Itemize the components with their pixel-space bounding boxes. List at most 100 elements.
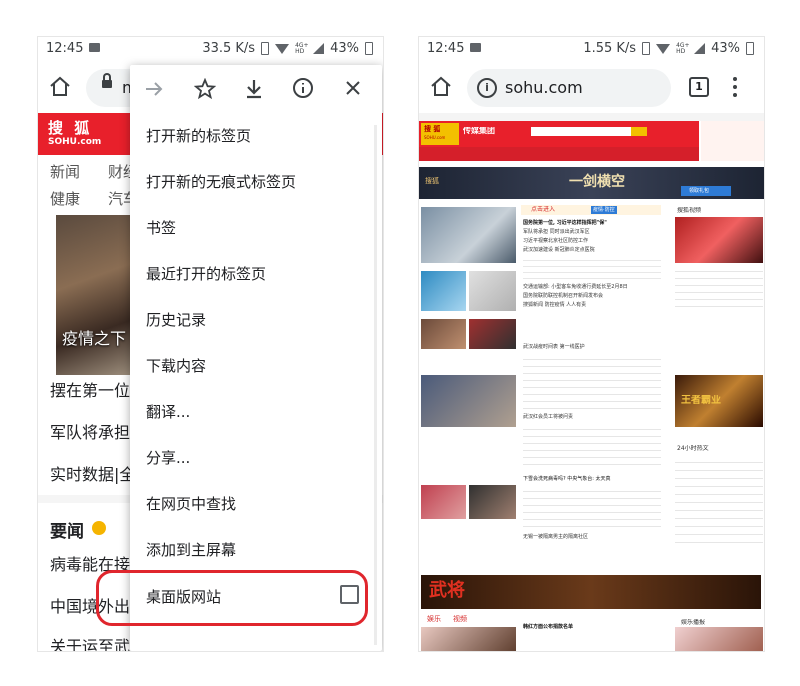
menu-item-share[interactable]: 分享... xyxy=(146,447,190,468)
status-right: 33.5 K/s 4G+ HD 43% xyxy=(202,41,373,56)
battery-saver-icon xyxy=(261,42,270,55)
banner-left-tag: 搜狐 xyxy=(425,177,439,185)
news-photo[interactable] xyxy=(421,271,466,311)
right-section-title: 娱乐播报 xyxy=(681,619,706,626)
news-photo[interactable] xyxy=(421,627,516,651)
section-title: 要闻 xyxy=(50,522,84,542)
info-icon[interactable] xyxy=(292,77,314,99)
menu-item-history[interactable]: 历史记录 xyxy=(146,309,206,330)
menu-scrollbar[interactable] xyxy=(374,125,377,645)
logo-text-cn: 搜 狐 xyxy=(48,119,93,137)
menu-item-find-in-page[interactable]: 在网页中查找 xyxy=(146,493,236,514)
video-thumbnail[interactable] xyxy=(675,217,763,263)
news-photo[interactable] xyxy=(421,207,516,263)
right-section-title: 24小时热文 xyxy=(677,445,709,452)
news-photo[interactable] xyxy=(469,319,516,349)
news-line[interactable]: 韩红方面公布捐款名单 xyxy=(523,623,573,631)
wifi-icon xyxy=(656,43,671,54)
news-line[interactable]: 武汉战疫时间表 第一线医护 xyxy=(523,343,585,351)
search-input[interactable] xyxy=(531,127,631,136)
battery-icon xyxy=(746,42,754,55)
network-speed: 1.55 K/s xyxy=(583,41,637,56)
menu-item-downloads[interactable]: 下载内容 xyxy=(146,355,206,376)
logo-subtitle: 传媒集团 xyxy=(463,127,495,135)
menu-item-new-tab[interactable]: 打开新的标签页 xyxy=(146,125,251,146)
headline-item[interactable]: 实时数据|全 xyxy=(50,461,135,485)
section-badge-icon xyxy=(92,521,106,535)
star-icon[interactable] xyxy=(194,78,216,100)
address-bar[interactable]: i sohu.com xyxy=(467,69,671,107)
status-bar: 12:45 1.55 K/s 4G+ HD 43% xyxy=(419,37,764,61)
banner-cta-button[interactable]: 领取礼包 xyxy=(681,186,731,196)
browser-toolbar: i sohu.com 1 xyxy=(419,67,764,111)
sohu-logo[interactable]: 搜 狐 SOHU.com xyxy=(421,123,459,145)
news-line[interactable]: 无锡一被隔离男主的隔离社区 xyxy=(523,533,588,541)
browser-overflow-menu: 打开新的标签页 打开新的无痕式标签页 书签 最近打开的标签页 历史记录 下载内容… xyxy=(130,65,382,651)
menu-item-bookmarks[interactable]: 书签 xyxy=(146,217,176,238)
overflow-menu-icon[interactable] xyxy=(733,77,737,101)
menu-item-add-to-home[interactable]: 添加到主屏幕 xyxy=(146,539,236,560)
forward-icon[interactable] xyxy=(144,79,164,99)
news-line[interactable]: 交通运输部: 小型客车免收通行费延长至2月8日 xyxy=(523,283,628,291)
network-type-label: 4G+ HD xyxy=(295,41,309,55)
news-list[interactable] xyxy=(523,423,661,471)
search-button[interactable] xyxy=(631,127,647,136)
news-line[interactable]: 习近平视察北京社区防控工作 xyxy=(523,237,588,245)
news-line[interactable]: 军队将承担 同时派出武汉军区 xyxy=(523,228,590,236)
hero-image[interactable] xyxy=(56,215,136,375)
home-icon[interactable] xyxy=(429,75,453,99)
news-photo[interactable] xyxy=(675,627,763,651)
url-text: sohu.com xyxy=(505,78,583,97)
nav-item-news[interactable]: 新闻 xyxy=(50,161,80,182)
news-photo[interactable] xyxy=(469,271,516,311)
download-icon[interactable] xyxy=(244,78,264,100)
tab-switcher-button[interactable]: 1 xyxy=(689,77,709,97)
image-notification-icon xyxy=(470,43,481,52)
status-right: 1.55 K/s 4G+ HD 43% xyxy=(583,41,754,56)
wifi-icon xyxy=(275,43,290,54)
battery-percent: 43% xyxy=(330,41,359,56)
news-header-bar: 点击进入 疫情·防控 xyxy=(521,205,661,215)
status-time: 12:45 xyxy=(427,41,465,56)
desktop-site-page: 搜 狐 SOHU.com 传媒集团 搜狐 一剑横空 领取礼包 点击进入 疫情·防… xyxy=(419,113,764,651)
nav-item-health[interactable]: 健康 xyxy=(50,188,80,209)
news-line[interactable]: 搜狐新闻 防控疫情 人人有责 xyxy=(523,301,586,309)
banner-title: 一剑横空 xyxy=(569,174,625,190)
game-banner[interactable]: 搜狐 一剑横空 领取礼包 xyxy=(419,167,764,199)
headline-item[interactable]: 摆在第一位 xyxy=(50,377,130,401)
news-list[interactable] xyxy=(523,255,661,279)
news-list[interactable] xyxy=(523,353,661,409)
news-photo[interactable] xyxy=(469,485,516,519)
news-photo[interactable] xyxy=(421,375,516,427)
sohu-logo[interactable]: 搜 狐 SOHU.com xyxy=(42,117,104,151)
battery-percent: 43% xyxy=(711,41,740,56)
tab-entertainment[interactable]: 娱乐 xyxy=(427,615,441,623)
headline-item[interactable]: 军队将承担 xyxy=(50,419,130,443)
home-icon[interactable] xyxy=(48,75,72,99)
hot-list[interactable] xyxy=(675,455,763,545)
news-line[interactable]: 武汉红会员工将被问责 xyxy=(523,413,573,421)
banner-title: 武将 xyxy=(429,580,465,601)
news-line[interactable]: 下雪会洗死病毒吗? 中央气象台: 太天真 xyxy=(523,475,611,483)
news-line[interactable]: 国务院第一位, 习近平这样指挥把"保" xyxy=(523,219,607,227)
game-banner-bottom[interactable]: 武将 xyxy=(421,575,761,609)
news-line[interactable]: 国务院联防联控机制召开新闻发布会 xyxy=(523,292,603,300)
menu-item-translate[interactable]: 翻译... xyxy=(146,401,190,422)
news-photo[interactable] xyxy=(421,319,466,349)
site-info-icon[interactable]: i xyxy=(477,78,497,98)
video-list[interactable] xyxy=(675,265,763,309)
channel-nav[interactable] xyxy=(419,147,699,161)
menu-item-recent-tabs[interactable]: 最近打开的标签页 xyxy=(146,263,266,284)
logo-text-en: SOHU.com xyxy=(48,137,102,147)
close-icon[interactable] xyxy=(344,79,362,97)
desktop-site-highlight-annotation xyxy=(96,570,368,626)
top-utility-bar xyxy=(419,113,764,121)
news-photo[interactable] xyxy=(421,485,466,519)
ad-banner[interactable]: 王者霸业 xyxy=(675,375,763,427)
news-line[interactable]: 武汉加速建设 新冠肺炎定点医院 xyxy=(523,246,595,254)
header-right-links[interactable] xyxy=(701,121,764,161)
news-list[interactable] xyxy=(523,485,661,529)
signal-icon xyxy=(694,43,706,54)
tab-video[interactable]: 视频 xyxy=(453,615,467,623)
menu-item-new-incognito-tab[interactable]: 打开新的无痕式标签页 xyxy=(146,171,296,192)
